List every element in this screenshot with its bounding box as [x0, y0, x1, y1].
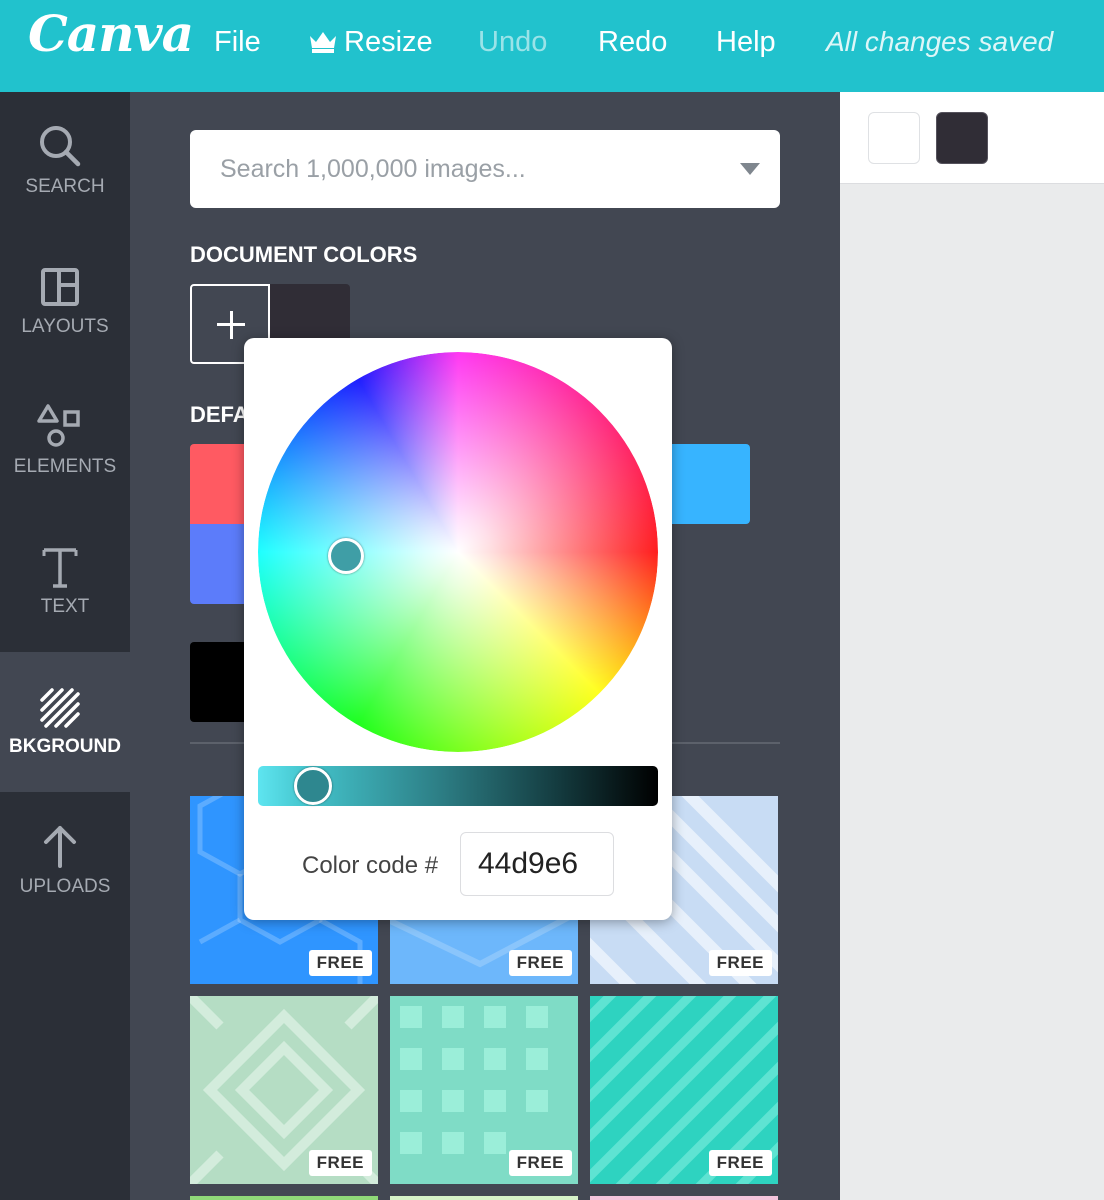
canva-logo[interactable]: Canva	[28, 4, 194, 63]
image-search	[190, 130, 780, 208]
nav-elements-label: ELEMENTS	[13, 456, 117, 477]
free-badge: FREE	[308, 950, 372, 976]
nav-search[interactable]: SEARCH	[0, 92, 130, 232]
upload-arrow-icon	[44, 826, 76, 868]
free-badge: FREE	[708, 950, 772, 976]
free-badge: FREE	[308, 1150, 372, 1176]
top-bar: Canva File Resize Undo Redo Help All cha…	[0, 0, 1104, 92]
color-wheel-handle[interactable]	[328, 538, 364, 574]
background-tile[interactable]	[590, 1196, 778, 1200]
color-code-label: Color code #	[302, 852, 439, 879]
nav-uploads[interactable]: UPLOADS	[0, 792, 130, 932]
document-colors-title: DOCUMENT COLORS	[190, 242, 418, 267]
nav-elements[interactable]: ELEMENTS	[0, 372, 130, 512]
color-swatch-sky-blue[interactable]	[670, 444, 750, 524]
nav-layouts-label: LAYOUTS	[21, 316, 109, 337]
undo-button[interactable]: Undo	[478, 0, 547, 84]
search-input[interactable]	[190, 130, 720, 208]
text-icon	[42, 548, 78, 588]
nav-background-label: BKGROUND	[9, 736, 121, 757]
help-menu[interactable]: Help	[716, 0, 776, 84]
toolbar-color-white[interactable]	[868, 112, 920, 164]
nav-search-label: SEARCH	[25, 176, 105, 197]
toolbar-color-dark[interactable]	[936, 112, 988, 164]
brightness-slider[interactable]	[258, 766, 658, 806]
background-tile[interactable]: FREE	[190, 996, 378, 1184]
nav-uploads-label: UPLOADS	[19, 876, 111, 897]
chevron-down-icon[interactable]	[740, 163, 760, 175]
brightness-slider-handle[interactable]	[294, 767, 332, 805]
default-colors-title: DEFA	[190, 402, 249, 427]
design-canvas-area	[840, 92, 1104, 1200]
color-wheel-saturation	[258, 352, 658, 752]
elements-icon	[37, 404, 80, 447]
crown-icon	[310, 32, 336, 53]
color-picker-popover: Color code #	[244, 338, 672, 920]
layouts-icon	[41, 268, 79, 306]
save-status: All changes saved	[826, 26, 1054, 57]
nav-text[interactable]: TEXT	[0, 512, 130, 652]
free-badge: FREE	[508, 950, 572, 976]
free-badge: FREE	[708, 1150, 772, 1176]
background-icon	[40, 688, 80, 728]
color-code-input[interactable]	[460, 832, 614, 896]
background-tile[interactable]: FREE	[390, 996, 578, 1184]
color-wheel[interactable]	[258, 352, 658, 752]
left-nav: SEARCH LAYOUTS ELEMENTS TEXT BKGROUND UP…	[0, 92, 130, 1200]
nav-background[interactable]: BKGROUND	[0, 652, 130, 792]
background-tile[interactable]: FREE	[590, 996, 778, 1184]
resize-label: Resize	[344, 26, 433, 58]
free-badge: FREE	[508, 1150, 572, 1176]
canvas-toolbar	[840, 92, 1104, 184]
background-tile[interactable]	[390, 1196, 578, 1200]
redo-button[interactable]: Redo	[598, 0, 667, 84]
nav-layouts[interactable]: LAYOUTS	[0, 232, 130, 372]
search-icon	[40, 126, 81, 167]
file-menu[interactable]: File	[214, 0, 261, 84]
background-tile[interactable]	[190, 1196, 378, 1200]
resize-button[interactable]: Resize	[308, 0, 433, 84]
nav-text-label: TEXT	[40, 596, 90, 617]
